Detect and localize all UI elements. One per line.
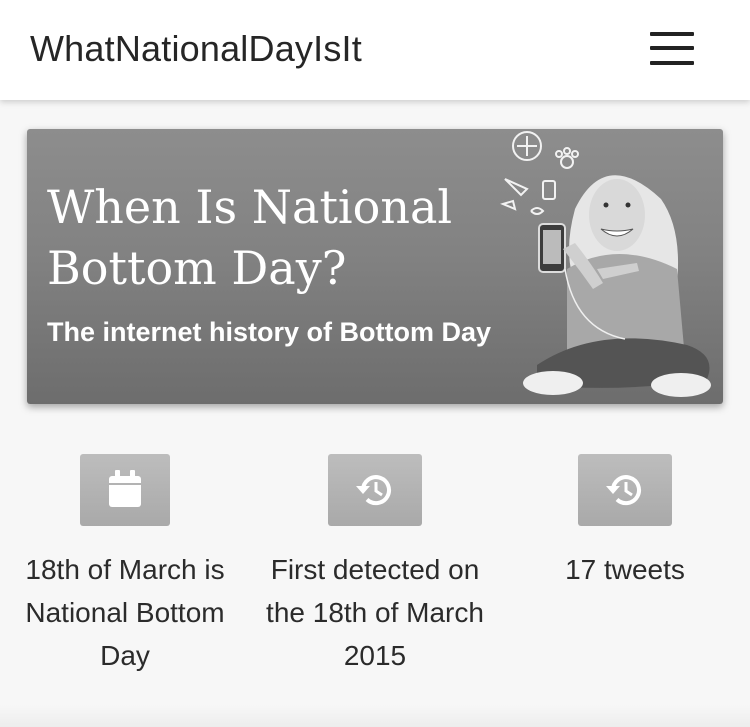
hero-illustration	[500, 131, 711, 397]
menu-line	[650, 32, 694, 36]
feature-icon-box	[578, 454, 672, 526]
feature-icon-box	[328, 454, 422, 526]
calendar-icon	[109, 470, 141, 507]
feature-icon-box	[80, 454, 170, 526]
face	[589, 179, 645, 251]
history-icon	[606, 475, 641, 506]
hero-title: When Is National Bottom Day?	[47, 180, 453, 295]
hero-subtitle: The internet history of Bottom Day	[47, 317, 492, 347]
menu-line	[650, 61, 694, 65]
feature-text: First detected on the 18th of March 2015	[266, 554, 484, 671]
bottom-fade	[0, 705, 750, 727]
feature-date: 18th of March is National Bottom Day	[0, 454, 250, 677]
menu-line	[650, 46, 694, 50]
hero-banner: When Is National Bottom Day? The interne…	[27, 129, 723, 404]
feature-text: 18th of March is National Bottom Day	[25, 554, 225, 671]
feature-text: 17 tweets	[565, 554, 685, 585]
feature-first-detected: First detected on the 18th of March 2015	[250, 454, 500, 677]
top-navigation-bar: WhatNationalDayIsIt	[0, 0, 750, 100]
right-shoe	[651, 373, 711, 397]
history-icon	[356, 475, 391, 506]
site-logo-text[interactable]: WhatNationalDayIsIt	[30, 28, 362, 70]
hamburger-menu-icon[interactable]	[644, 28, 700, 72]
feature-tweets: 17 tweets	[500, 454, 750, 591]
doodle-icons	[500, 131, 579, 215]
left-shoe	[523, 371, 583, 395]
